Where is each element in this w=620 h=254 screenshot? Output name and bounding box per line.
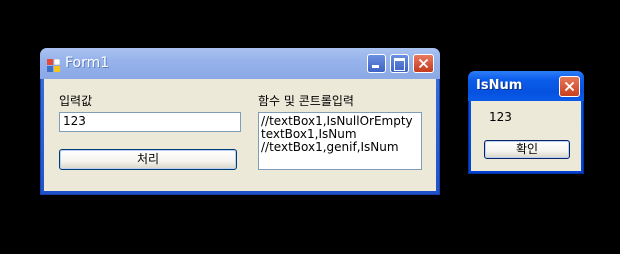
maximize-icon (394, 58, 405, 71)
process-button[interactable]: 처리 (59, 149, 237, 170)
functions-line: //textBox1,genif,IsNum (261, 140, 399, 154)
isnum-title: IsNum (476, 78, 523, 93)
minimize-button[interactable] (367, 54, 386, 73)
form-app-icon (47, 57, 61, 72)
form1-close-button[interactable] (413, 54, 434, 73)
isnum-close-button[interactable] (559, 76, 580, 97)
minimize-icon (372, 65, 379, 68)
functions-textbox[interactable]: //textBox1,IsNullOrEmpty textBox1,IsNum//… (258, 112, 422, 170)
functions-label: 함수 및 콘트롤입력 (258, 94, 354, 108)
isnum-client-area: 123 확인 (471, 101, 581, 171)
form1-client-area: 입력값 123 처리 함수 및 콘트롤입력 //textBox1,IsNullO… (44, 79, 436, 191)
form1-title: Form1 (65, 55, 110, 71)
input-label: 입력값 (59, 94, 93, 108)
maximize-button[interactable] (390, 54, 409, 73)
close-icon (564, 81, 575, 92)
isnum-titlebar[interactable]: IsNum (468, 71, 584, 101)
isnum-messagebox: IsNum 123 확인 (468, 71, 584, 174)
close-icon (418, 58, 429, 69)
form1-window: Form1 입력값 123 처리 함수 및 콘트롤입력 //textBox1,I… (40, 48, 440, 195)
input-textbox[interactable]: 123 (59, 112, 241, 132)
ok-button[interactable]: 확인 (484, 140, 570, 159)
form1-titlebar[interactable]: Form1 (40, 48, 440, 79)
isnum-message: 123 (489, 110, 512, 124)
